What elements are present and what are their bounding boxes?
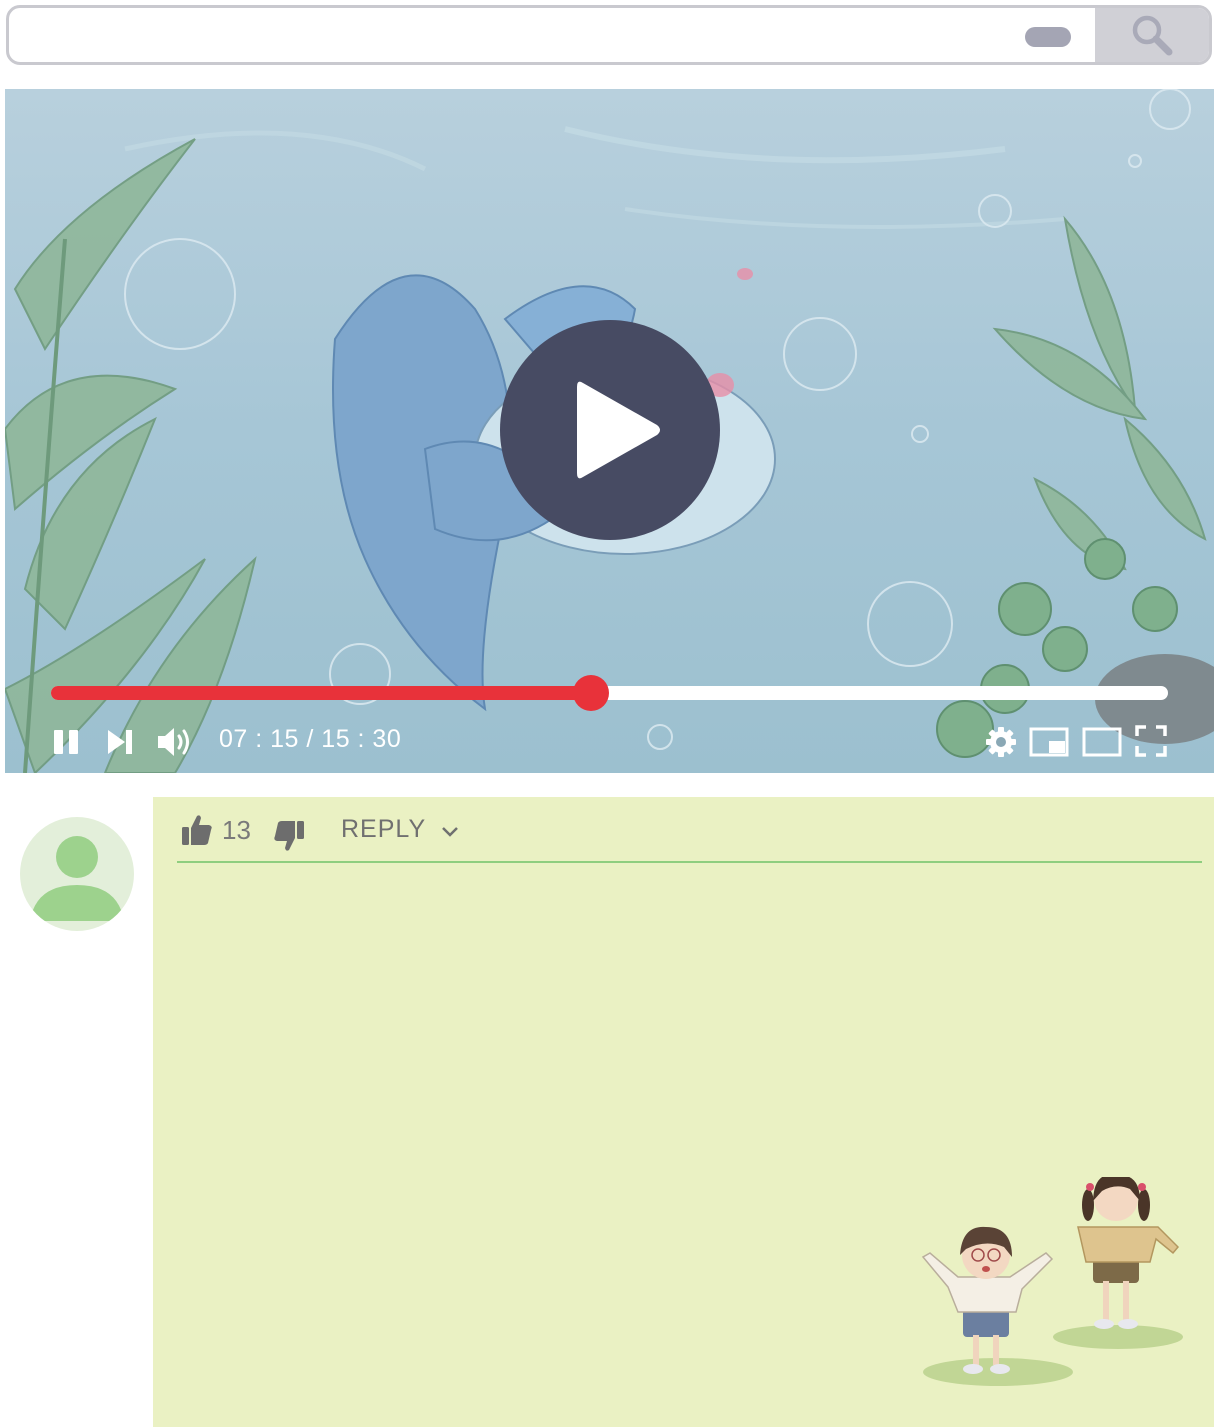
play-triangle-icon: [577, 381, 660, 479]
miniplayer-icon[interactable]: [1029, 727, 1069, 757]
progress-played: [51, 686, 591, 700]
illustration-two-girls: [921, 1177, 1183, 1386]
thumbs-down-icon[interactable]: [273, 819, 305, 853]
volume-icon[interactable]: [156, 725, 196, 759]
theater-mode-icon[interactable]: [1082, 727, 1122, 757]
search-input[interactable]: [9, 8, 1101, 62]
gear-icon[interactable]: [985, 726, 1017, 758]
chevron-down-icon[interactable]: [441, 825, 459, 839]
progress-bar[interactable]: [51, 675, 1168, 711]
comment-panel: 13 REPLY: [153, 797, 1214, 1427]
progress-handle[interactable]: [572, 675, 609, 711]
fullscreen-icon[interactable]: [1135, 725, 1167, 757]
play-button[interactable]: [500, 320, 720, 540]
comment-divider: [177, 861, 1202, 863]
skip-next-icon[interactable]: [105, 727, 135, 757]
search-bar: [6, 5, 1212, 65]
pause-icon[interactable]: [52, 727, 82, 757]
magnifier-icon: [1132, 15, 1173, 56]
search-input-decoration: [1025, 27, 1071, 47]
search-button[interactable]: [1095, 8, 1209, 62]
reply-button[interactable]: REPLY: [341, 815, 426, 844]
time-display: 07 : 15 / 15 : 30: [219, 725, 402, 753]
user-avatar-icon[interactable]: [20, 817, 134, 931]
thumbs-up-icon[interactable]: [181, 813, 213, 847]
video-player[interactable]: 07 : 15 / 15 : 30: [5, 89, 1214, 773]
like-count: 13: [222, 815, 251, 845]
avatar-graphic: [20, 817, 134, 931]
